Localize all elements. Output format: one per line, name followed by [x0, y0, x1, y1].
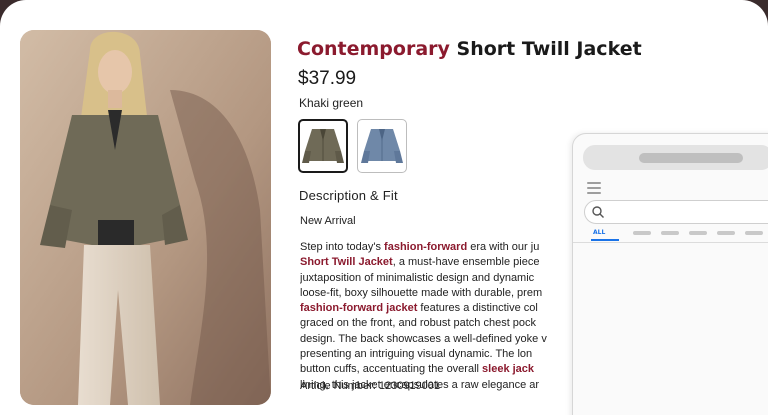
product-title-rest: Short Twill Jacket [449, 38, 642, 60]
description-line: design. The back showcases a well-define… [300, 332, 600, 347]
product-price: $37.99 [298, 68, 357, 89]
color-swatch-denim-blue[interactable] [357, 119, 407, 173]
description-text: graced on the front, and robust patch ch… [300, 317, 537, 330]
highlighted-keyword: sleek jack [482, 363, 535, 376]
description-line: presenting an intriguing visual dynamic.… [300, 347, 600, 362]
description-text: button cuffs, accentuating the overall [300, 363, 483, 376]
description-line: graced on the front, and robust patch ch… [300, 316, 600, 331]
browser-address-bar[interactable] [583, 145, 768, 170]
article-number: Article Number: 1230919001 [300, 380, 441, 392]
tab-placeholder[interactable] [689, 231, 707, 235]
product-title-accent: Contemporary [297, 38, 450, 60]
description-line: Step into today's fashion-forward era wi… [300, 240, 600, 255]
description-line: loose-fit, boxy silhouette made with dur… [300, 286, 600, 301]
description-heading: Description & Fit [299, 188, 398, 203]
description-text: , a must-have ensemble piece [392, 256, 540, 269]
description-line: Short Twill Jacket, a must-have ensemble… [300, 255, 600, 270]
description-text: loose-fit, boxy silhouette made with dur… [300, 286, 543, 299]
description-line: button cuffs, accentuating the overall s… [300, 362, 600, 377]
product-page: Contemporary Short Twill Jacket $37.99 K… [0, 0, 768, 415]
description-line: juxtaposition of minimalistic design and… [300, 271, 600, 286]
highlighted-keyword: fashion-forward [384, 241, 468, 253]
description-text: Step into today's [300, 241, 385, 253]
tab-placeholder[interactable] [717, 231, 735, 235]
highlighted-keyword: fashion-forward jacket [300, 302, 418, 315]
tab-all-underline [591, 239, 619, 241]
description-text: features a distinctive col [417, 302, 538, 315]
tab-placeholder[interactable] [633, 231, 651, 235]
description-text: juxtaposition of minimalistic design and… [300, 271, 535, 284]
search-field[interactable] [584, 200, 768, 224]
description-text: design. The back showcases a well-define… [300, 332, 547, 345]
product-title: Contemporary Short Twill Jacket [297, 38, 642, 60]
browser-mockup: ALL [572, 133, 768, 415]
description-line: fashion-forward jacket features a distin… [300, 301, 600, 316]
description-text: era with our ju [467, 241, 540, 253]
new-arrival-label: New Arrival [300, 215, 356, 227]
khaki-jacket-thumbnail [302, 129, 344, 163]
tab-placeholder[interactable] [661, 231, 679, 235]
search-icon [592, 206, 604, 218]
product-photo [20, 30, 271, 405]
description-text: presenting an intriguing visual dynamic.… [300, 348, 533, 361]
description-body: Step into today's fashion-forward era wi… [300, 240, 600, 393]
tabs-divider [573, 242, 768, 243]
denim-jacket-thumbnail [361, 129, 403, 163]
address-placeholder [639, 153, 743, 163]
tab-placeholder[interactable] [745, 231, 763, 235]
color-swatch-khaki-green[interactable] [298, 119, 348, 173]
highlighted-keyword: Short Twill Jacket [300, 256, 393, 269]
tab-all[interactable]: ALL [593, 229, 605, 236]
model-illustration [20, 30, 271, 405]
search-tabs: ALL [591, 229, 768, 241]
hamburger-menu-icon[interactable] [587, 182, 601, 197]
selected-color-name: Khaki green [299, 96, 364, 110]
